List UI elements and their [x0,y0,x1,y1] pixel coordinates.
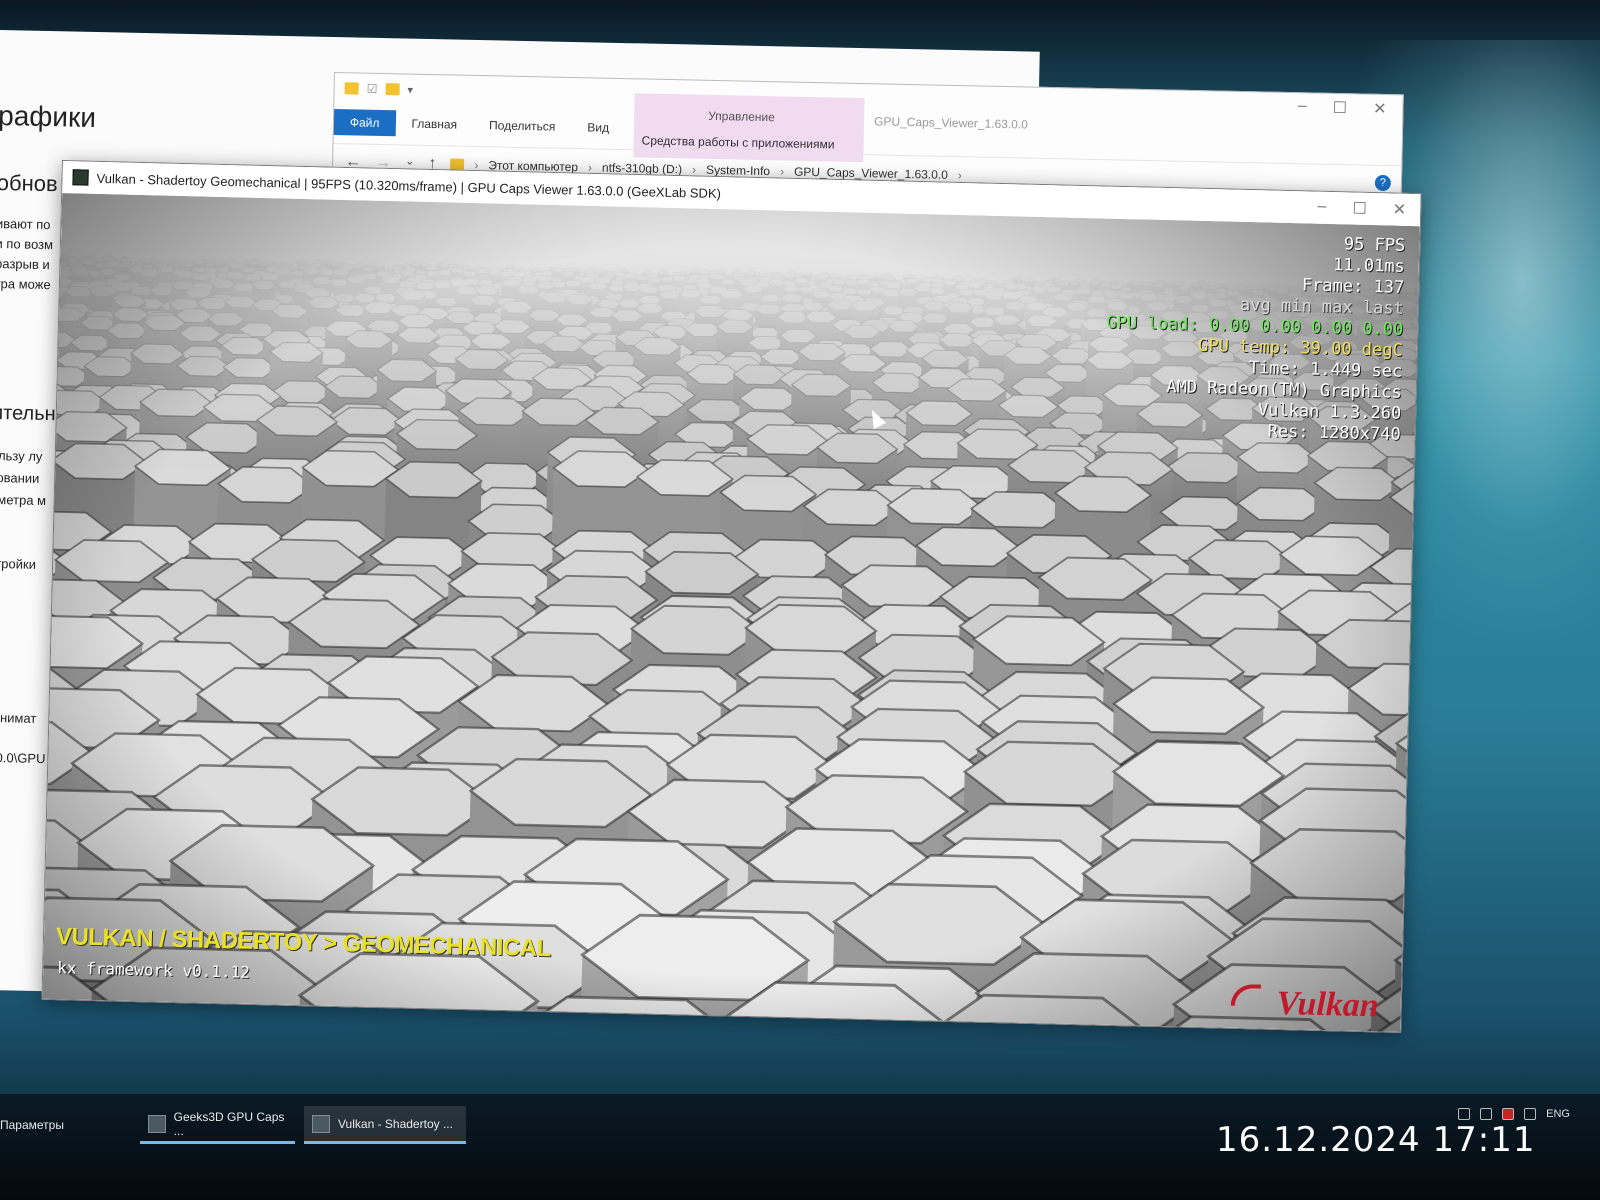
properties-icon[interactable]: ☑ [367,82,378,96]
chevron-right-icon: › [587,159,593,174]
hex-pillar-top [1415,817,1420,889]
monitor-screen: рафики обнов ивают по и по возм разрыв и… [0,0,1600,1200]
hex-pillar-top [638,1029,894,1032]
customize-qa-icon[interactable]: ▾ [407,83,413,96]
hud-overlay: 95 FPS 11.01ms Frame: 137 avg min max la… [1104,229,1405,446]
chevron-right-icon: › [957,167,963,182]
chevron-right-icon: › [691,162,697,177]
settings-text-line: ивают по [0,215,51,233]
new-folder-icon[interactable] [385,83,400,96]
tab-home[interactable]: Главная [395,110,473,138]
settings-text-line: ринимат [0,709,37,726]
taskbar-item-vulkan[interactable]: Vulkan - Shadertoy ... [304,1106,466,1144]
photo-timestamp: 16.12.2024 17:11 [1216,1120,1536,1160]
hex-pillar-top [201,1025,457,1032]
hex-pillar-side [713,1024,954,1032]
minimize-icon[interactable]: – [1298,97,1307,117]
folder-icon [450,157,465,171]
security-icon[interactable] [1502,1108,1515,1120]
hex-pillar-top [420,1011,676,1032]
volume-icon[interactable] [1524,1108,1537,1120]
render-canvas[interactable]: 95 FPS 11.01ms Frame: 137 avg min max la… [42,193,1420,1032]
quick-access-toolbar: ☑ ▾ [344,81,414,96]
hex-pillar-top [1408,752,1420,819]
taskbar-item-gpu-caps[interactable]: Geeks3D GPU Caps ... [140,1106,295,1144]
explorer-window-controls: – ☐ ✕ [1298,97,1387,119]
hex-pillar-side [1409,783,1420,875]
tab-view[interactable]: Вид [571,114,625,141]
vulkan-app-icon [312,1114,330,1133]
network-icon[interactable] [1480,1108,1493,1120]
ribbon-tabs: Файл Главная Поделиться Вид [333,109,626,141]
gpu-caps-app-icon [148,1114,166,1133]
hex-pillar-top [42,1010,238,1032]
settings-text-line: и по возм [0,235,54,253]
app-icon [72,169,89,186]
settings-link[interactable]: стройки [0,556,36,572]
close-icon[interactable]: ✕ [1373,99,1387,119]
hex-pillar-side [1409,928,1420,1007]
hex-pillar-side [1416,850,1420,918]
maximize-icon[interactable]: ☐ [1352,199,1367,219]
settings-heading: рафики [0,99,97,134]
settings-text-line: разрыв и [0,255,50,273]
system-tray: ENG [1458,1108,1570,1120]
hex-pillar-side [42,1006,122,1032]
settings-text-line: ользу лу [0,447,43,464]
taskbar-item-label: Geeks3D GPU Caps ... [173,1109,285,1138]
settings-text-line: зовании [0,469,40,486]
settings-text-line: аметра м [0,491,47,509]
chevron-right-icon: › [779,163,785,178]
hex-pillar-top [1415,855,1420,931]
battery-icon[interactable] [1458,1108,1471,1120]
maximize-icon[interactable]: ☐ [1333,98,1348,118]
tab-share[interactable]: Поделиться [473,112,572,140]
vulkan-demo-window[interactable]: Vulkan - Shadertoy Geomechanical | 95FPS… [41,160,1422,1033]
close-icon[interactable]: ✕ [1393,200,1407,220]
vulkan-window-controls: – ☐ ✕ [1317,198,1406,220]
taskbar-item-label: Параметры [0,1118,64,1132]
tab-file[interactable]: Файл [333,109,396,137]
hex-pillar-top [1408,891,1420,971]
language-indicator[interactable]: ENG [1546,1108,1570,1120]
taskbar-item-settings[interactable]: Параметры [0,1106,128,1144]
ribbon-manage-label[interactable]: Управление [708,109,775,124]
explorer-title: GPU_Caps_Viewer_1.63.0.0 [873,114,1029,132]
taskbar-item-label: Vulkan - Shadertoy ... [338,1116,453,1131]
settings-text-line: тра може [0,275,51,293]
settings-path-field[interactable]: 3.0.0\GPU [0,750,46,766]
folder-icon [344,82,359,95]
settings-section-title: ительн [0,401,56,426]
settings-subheading: обнов [0,169,58,197]
vulkan-logo: Vulkan [1276,984,1380,1025]
hex-pillar-side [1417,890,1420,962]
minimize-icon[interactable]: – [1317,198,1326,218]
